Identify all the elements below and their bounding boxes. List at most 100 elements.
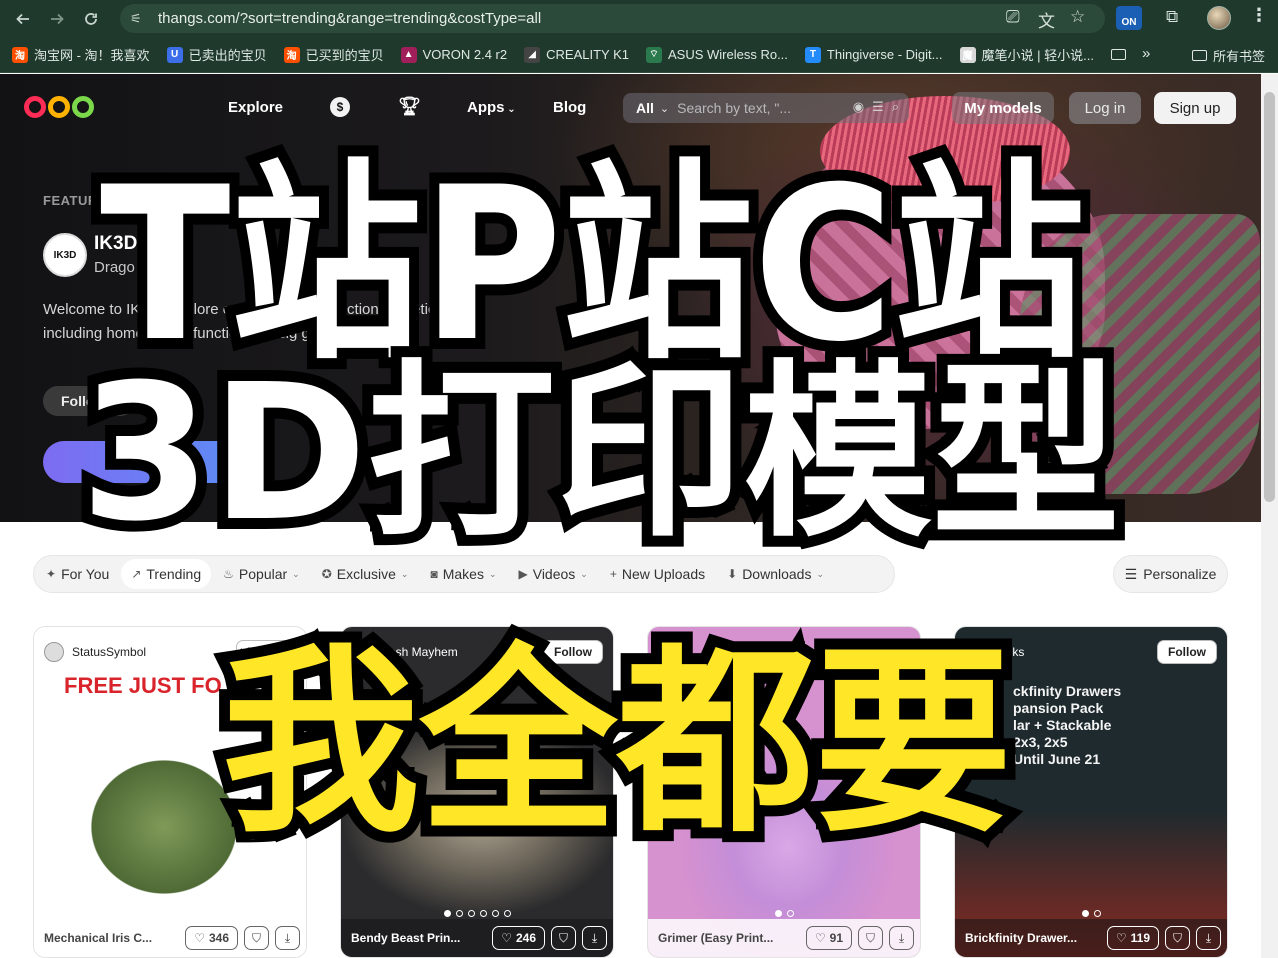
card-carousel-dots[interactable] xyxy=(34,910,306,917)
like-button[interactable]: ♡ 91 xyxy=(805,926,852,950)
card-carousel-dots[interactable] xyxy=(955,910,1227,917)
card-follow-button[interactable]: Follow xyxy=(543,640,603,664)
filter-popular[interactable]: ♨ Popular ⌄ xyxy=(223,566,300,582)
chevron-down-icon[interactable]: ⌄ xyxy=(660,102,669,115)
nav-apps[interactable]: Apps ⌄ xyxy=(467,99,516,116)
bookmark-folder-icon[interactable] xyxy=(1110,49,1126,60)
like-button[interactable]: ♡ 246 xyxy=(492,926,545,950)
filter-exclusive[interactable]: ✪ Exclusive ⌄ xyxy=(322,566,409,582)
bookmark-item[interactable]: T Thingiverse - Digit... xyxy=(804,46,943,63)
filter-videos[interactable]: ▶ Videos ⌄ xyxy=(519,566,588,582)
carousel-dot[interactable] xyxy=(148,910,156,917)
filter-new-uploads[interactable]: + New Uploads xyxy=(610,566,705,582)
nav-explore[interactable]: Explore xyxy=(228,99,283,116)
bookmark-item[interactable]: ▲ VORON 2.4 r2 xyxy=(400,46,507,63)
filter-for-you[interactable]: ✦ For You xyxy=(46,566,109,582)
personalize-button[interactable]: ☰ Personalize xyxy=(1113,555,1228,593)
back-button[interactable] xyxy=(6,2,40,36)
translate-icon[interactable]: 文 xyxy=(1038,7,1055,32)
filter-trending[interactable]: ↗ Trending xyxy=(121,559,212,589)
search-icon[interactable]: ⌕ xyxy=(892,99,899,115)
model-card[interactable]: StatusSymbol Follow FREE JUST FO Mechanical… xyxy=(33,626,307,958)
browser-menu-icon[interactable]: ⋮ xyxy=(1250,5,1268,26)
carousel-dot[interactable] xyxy=(491,910,499,917)
author-avatar[interactable] xyxy=(44,642,64,662)
bookmark-item[interactable]: 淘淘宝网 - 淘！我喜欢 xyxy=(12,45,150,64)
like-button[interactable]: ♡ 119 xyxy=(1106,926,1159,950)
install-app-icon[interactable]: ⎚ xyxy=(1006,7,1020,27)
dollar-icon[interactable]: $ xyxy=(330,97,350,117)
carousel-dot[interactable] xyxy=(160,910,168,917)
download-icon[interactable]: ⤓ xyxy=(1196,926,1221,950)
carousel-dot[interactable] xyxy=(443,910,451,917)
search-input[interactable]: Search by text, "... xyxy=(677,100,791,116)
trophy-icon[interactable]: 🏆︎ xyxy=(398,96,421,117)
filter-makes[interactable]: ◙ Makes ⌄ xyxy=(430,566,496,582)
carousel-dot[interactable] xyxy=(479,910,487,917)
filter-sliders-icon[interactable]: ☰ xyxy=(872,99,884,115)
card-author[interactable]: StatusSymbol xyxy=(72,645,236,659)
carousel-dot[interactable] xyxy=(467,910,475,917)
author-avatar[interactable] xyxy=(351,642,371,662)
extensions-puzzle-icon[interactable]: ⧉ xyxy=(1166,7,1178,27)
download-icon[interactable]: ⤓ xyxy=(582,926,607,950)
author-avatar[interactable] xyxy=(965,642,985,662)
model-card[interactable]: Mesh Mayhem Follow Bendy Beast Prin... ♡ 246… xyxy=(340,626,614,958)
hero-carousel-dots[interactable] xyxy=(668,486,701,493)
bookmark-item[interactable]: 魔魔笔小说 | 轻小说... xyxy=(959,45,1094,64)
all-bookmarks-button[interactable]: 所有书签 xyxy=(1192,46,1265,65)
card-title[interactable]: Grimer (Easy Print... xyxy=(658,931,806,945)
model-card[interactable]: Grimer (Easy Print... ♡ 91 ⛉ ⤓ xyxy=(647,626,921,958)
bookmark-item[interactable]: 淘已买到的宝贝 xyxy=(283,45,384,64)
my-models-button[interactable]: My models xyxy=(952,92,1054,124)
bookmark-icon[interactable]: ⛉ xyxy=(1165,926,1190,950)
address-bar[interactable]: ⚟ thangs.com/?sort=trending&range=trendi… xyxy=(120,4,1105,33)
card-follow-button[interactable]: Follow xyxy=(236,640,296,664)
search-bar[interactable]: All ⌄ Search by text, "... ◉ ☰ ⌕ xyxy=(623,93,909,123)
site-settings-icon[interactable]: ⚟ xyxy=(130,11,152,27)
forward-button[interactable] xyxy=(40,2,74,36)
scrollbar-thumb[interactable] xyxy=(1264,92,1275,502)
carousel-dot[interactable] xyxy=(184,910,192,917)
profile-avatar[interactable] xyxy=(1207,6,1231,30)
bookmark-item[interactable]: U 已卖出的宝贝 xyxy=(166,45,267,64)
bookmark-icon[interactable]: ⛉ xyxy=(244,926,269,950)
reload-button[interactable] xyxy=(74,2,108,36)
download-icon[interactable]: ⤓ xyxy=(889,926,914,950)
bookmark-item[interactable]: ◢ CREALITY K1 xyxy=(524,46,629,63)
nav-blog[interactable]: Blog xyxy=(553,99,586,116)
card-carousel-dots[interactable] xyxy=(341,910,613,917)
card-author[interactable]: Mieks xyxy=(993,645,1157,659)
card-title[interactable]: Mechanical Iris C... xyxy=(44,931,185,945)
card-title[interactable]: Bendy Beast Prin... xyxy=(351,931,492,945)
image-search-icon[interactable]: ◉ xyxy=(853,99,864,115)
like-button[interactable]: ♡ 346 xyxy=(185,926,238,950)
designer-name[interactable]: IK3D xyxy=(94,233,137,255)
download-icon[interactable]: ⤓ xyxy=(275,926,300,950)
carousel-dot[interactable] xyxy=(774,910,782,917)
follow-designer-button[interactable]: Follo xyxy=(43,386,135,416)
carousel-dot[interactable] xyxy=(1093,910,1101,917)
login-button[interactable]: Log in xyxy=(1069,92,1141,124)
bookmark-icon[interactable]: ⛉ xyxy=(551,926,576,950)
hero-cta-button[interactable] xyxy=(43,441,243,483)
bookmark-item[interactable]: ⌔ ASUS Wireless Ro... xyxy=(645,46,788,63)
search-scope-label[interactable]: All xyxy=(636,100,654,116)
carousel-dot[interactable] xyxy=(503,910,511,917)
bookmark-icon[interactable]: ⛉ xyxy=(858,926,883,950)
designer-avatar[interactable]: IK3D xyxy=(43,233,87,277)
carousel-dot[interactable] xyxy=(1081,910,1089,917)
page-scrollbar[interactable] xyxy=(1261,74,1278,958)
signup-button[interactable]: Sign up xyxy=(1154,92,1236,124)
thangs-logo[interactable] xyxy=(24,96,94,118)
model-card[interactable]: Mieks Follow ckfinity Drawers pansion Pack… xyxy=(954,626,1228,958)
filter-downloads[interactable]: ⬇ Downloads ⌄ xyxy=(727,566,824,582)
extension-on-badge[interactable]: ON xyxy=(1116,6,1142,30)
card-carousel-dots[interactable] xyxy=(648,910,920,917)
carousel-dot[interactable] xyxy=(455,910,463,917)
bookmark-star-icon[interactable]: ☆ xyxy=(1070,7,1085,27)
bookmarks-overflow-icon[interactable]: » xyxy=(1142,45,1150,62)
carousel-dot[interactable] xyxy=(172,910,180,917)
card-author[interactable]: Mesh Mayhem xyxy=(379,645,543,659)
card-follow-button[interactable]: Follow xyxy=(1157,640,1217,664)
